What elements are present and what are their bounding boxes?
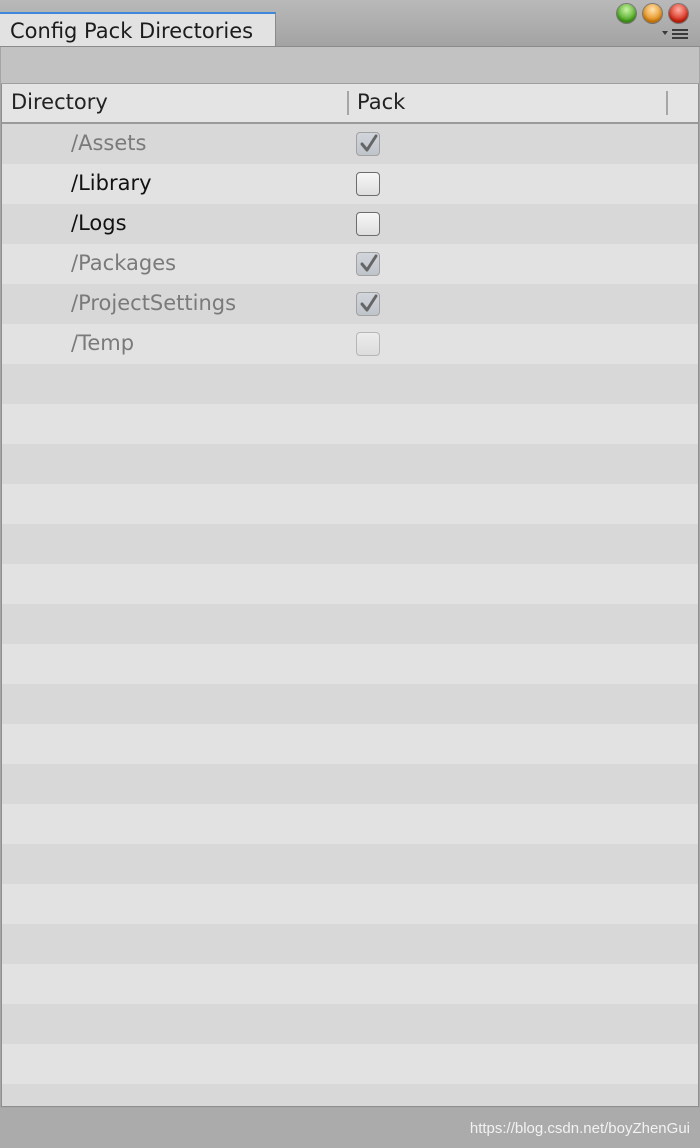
checkmark-icon xyxy=(360,294,378,312)
maximize-button[interactable] xyxy=(617,4,636,23)
table-row[interactable]: /ProjectSettings xyxy=(2,284,698,324)
watermark-text: https://blog.csdn.net/boyZhenGui xyxy=(469,1120,690,1137)
column-divider[interactable] xyxy=(666,91,668,115)
table-row[interactable]: /Packages xyxy=(2,244,698,284)
close-button[interactable] xyxy=(669,4,688,23)
table-row[interactable]: /Logs xyxy=(2,204,698,244)
footer-bar: https://blog.csdn.net/boyZhenGui xyxy=(0,1108,700,1148)
pack-checkbox[interactable] xyxy=(356,292,380,316)
directory-name: /Logs xyxy=(71,211,127,235)
directory-name: /Packages xyxy=(71,251,177,275)
pack-checkbox[interactable] xyxy=(356,212,380,236)
window-tab-label: Config Pack Directories xyxy=(10,19,254,43)
table-row[interactable]: /Assets xyxy=(2,124,698,164)
column-divider[interactable] xyxy=(347,91,349,115)
column-header-pack[interactable]: Pack xyxy=(357,90,405,114)
table-row[interactable]: /Temp xyxy=(2,324,698,364)
directory-name: /Library xyxy=(71,171,152,195)
directory-name: /ProjectSettings xyxy=(71,291,237,315)
tab-menu-icon[interactable] xyxy=(662,26,690,40)
window-titlebar: Config Pack Directories xyxy=(0,0,700,47)
toolbar xyxy=(1,47,699,84)
pack-checkbox[interactable] xyxy=(356,332,380,356)
table-row[interactable]: /Library xyxy=(2,164,698,204)
directory-name: /Temp xyxy=(71,331,135,355)
directory-table: Directory Pack /Assets /Library /Logs /P… xyxy=(1,84,699,1107)
pack-checkbox[interactable] xyxy=(356,252,380,276)
pack-checkbox[interactable] xyxy=(356,172,380,196)
checkmark-icon xyxy=(360,134,378,152)
minimize-button[interactable] xyxy=(643,4,662,23)
directory-name: /Assets xyxy=(71,131,147,155)
table-body: /Assets /Library /Logs /Packages /Projec… xyxy=(2,124,698,1106)
checkmark-icon xyxy=(360,254,378,272)
window-tab[interactable]: Config Pack Directories xyxy=(0,12,276,46)
column-header-directory[interactable]: Directory xyxy=(11,90,108,114)
pack-checkbox[interactable] xyxy=(356,132,380,156)
table-header: Directory Pack xyxy=(2,84,698,124)
